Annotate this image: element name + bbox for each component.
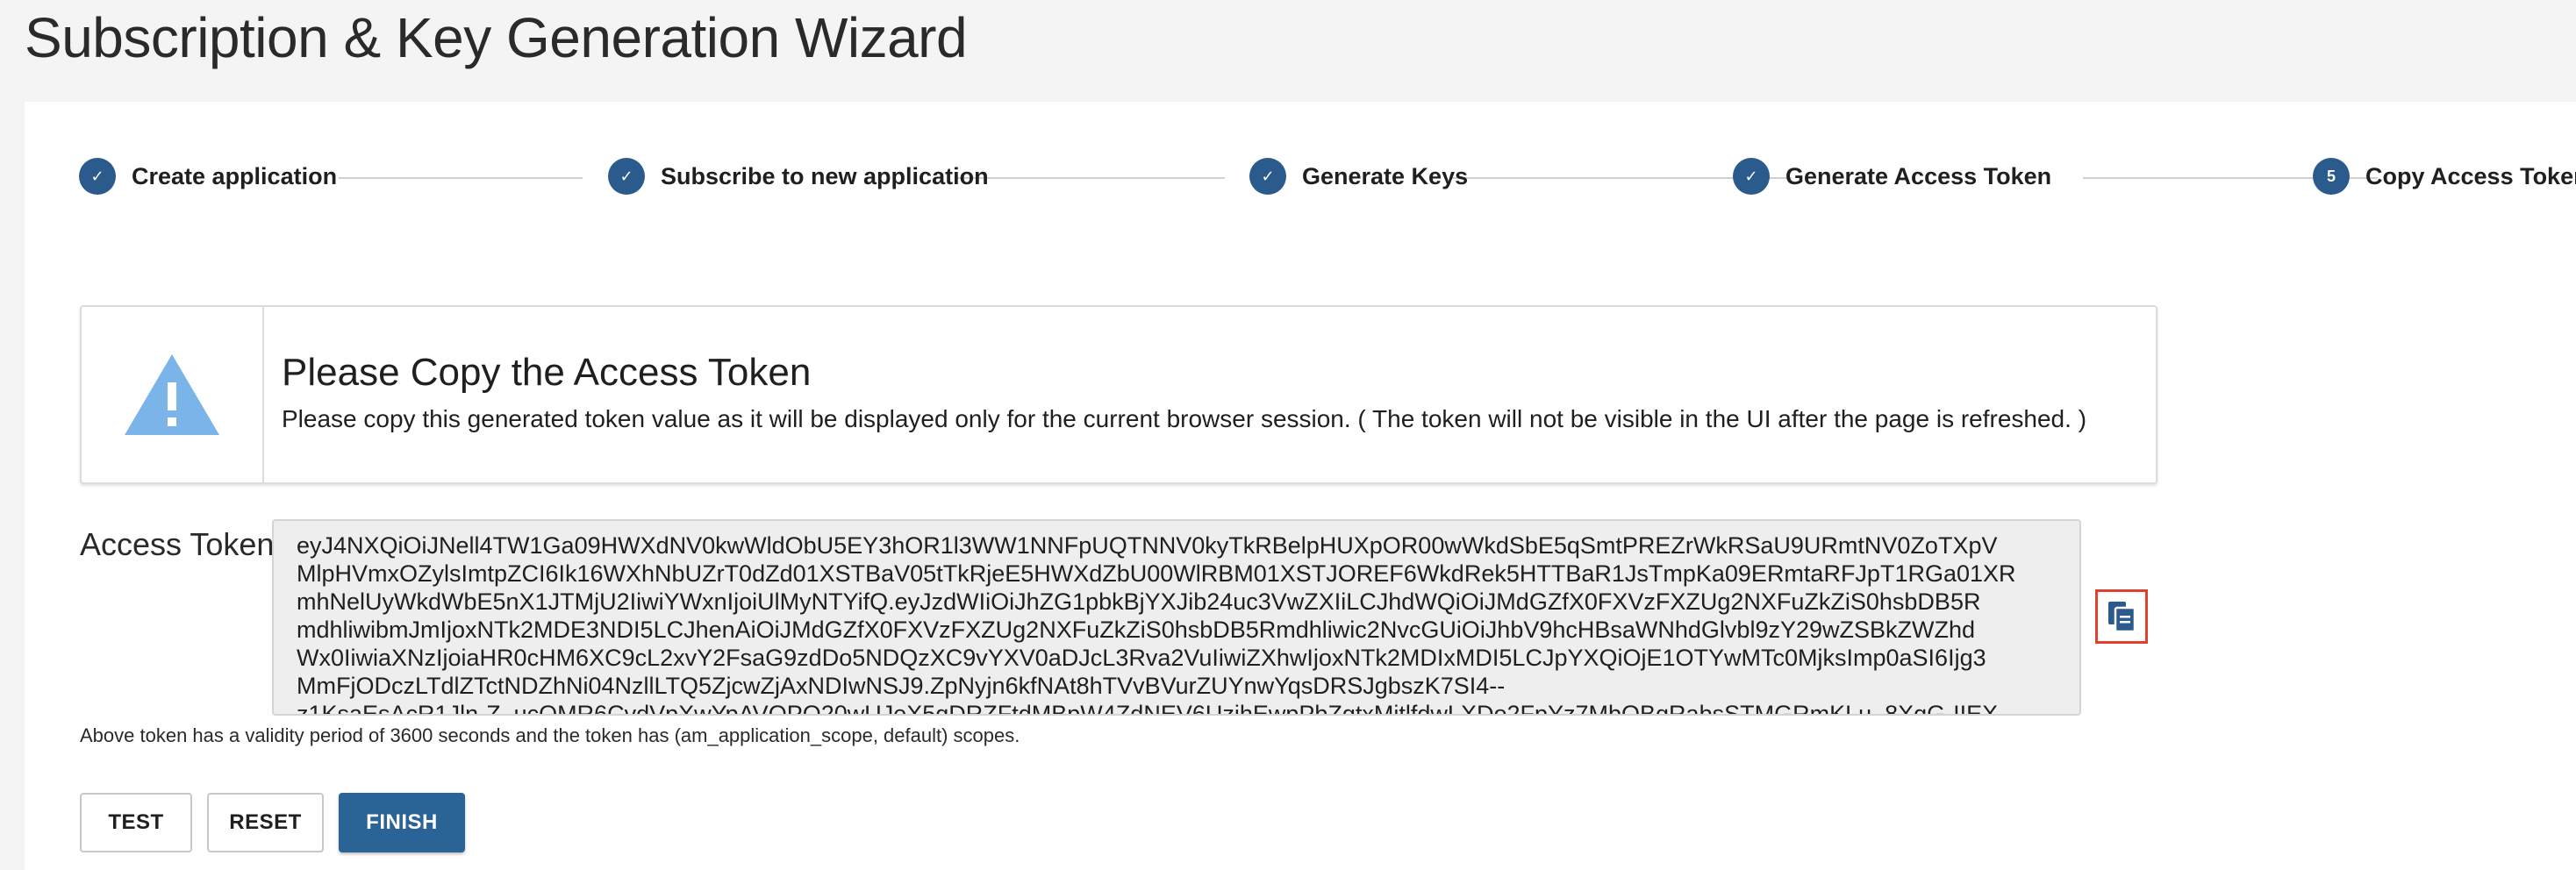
token-line: mdhliwibmJmIjoxNTk2MDE3NDI5LCJhenAiOiJMd… (297, 617, 1976, 643)
token-validity-note: Above token has a validity period of 360… (80, 724, 1020, 746)
step-connector (956, 177, 1225, 179)
step-generate-access-token[interactable]: ✓ Generate Access Token (1733, 158, 2051, 195)
alert-title: Please Copy the Access Token (282, 351, 812, 394)
token-line: MmFjODczLTdlZTctNDZhNi04NzllLTQ5ZjcwZjAx… (297, 673, 1506, 699)
step-label: Generate Keys (1302, 162, 1469, 189)
test-button[interactable]: TEST (80, 793, 192, 852)
page-title: Subscription & Key Generation Wizard (25, 6, 968, 69)
finish-button[interactable]: FINISH (339, 793, 465, 852)
step-create-application[interactable]: ✓ Create application (79, 158, 337, 195)
step-label: Copy Access Token (2365, 162, 2576, 189)
step-connector (339, 177, 583, 179)
step-number-badge: 5 (2313, 158, 2350, 195)
wizard-stepper: ✓ Create application ✓ Subscribe to new … (79, 158, 2576, 198)
token-line: Wx0IiwiaXNzIjoiaHR0cHM6XC9cL2xvY2FsaG9zd… (297, 645, 1986, 671)
wizard-panel (25, 102, 2576, 870)
check-icon: ✓ (79, 158, 116, 195)
reset-button[interactable]: RESET (207, 793, 324, 852)
access-token-field[interactable]: eyJ4NXQiOiJNell4TW1Ga09HWXdNV0kwWldObU5E… (272, 519, 2081, 716)
alert-icon-container (82, 307, 264, 482)
step-copy-access-token[interactable]: 5 Copy Access Token (2313, 158, 2576, 195)
step-subscribe-application[interactable]: ✓ Subscribe to new application (608, 158, 989, 195)
alert-message: Please copy this generated token value a… (282, 405, 2087, 432)
token-line: z1KsaEsAcR1Jln-Z_ucOMR6CvdVpXwYpAVOPO20w… (297, 701, 2007, 716)
copy-icon (2108, 602, 2136, 633)
warning-triangle-icon (125, 354, 219, 435)
token-line: mhNelUyWkdWbE5nX1JTMjU2IiwiYWxnIjoiUlMyN… (297, 588, 1981, 615)
check-icon: ✓ (608, 158, 645, 195)
check-icon: ✓ (1733, 158, 1770, 195)
copy-token-button[interactable] (2095, 589, 2148, 644)
step-label: Subscribe to new application (661, 162, 989, 189)
check-icon: ✓ (1249, 158, 1286, 195)
step-label: Generate Access Token (1785, 162, 2052, 189)
access-token-label: Access Token (80, 526, 275, 562)
step-label: Create application (132, 162, 338, 189)
step-generate-keys[interactable]: ✓ Generate Keys (1249, 158, 1468, 195)
token-line: eyJ4NXQiOiJNell4TW1Ga09HWXdNV0kwWldObU5E… (297, 532, 1998, 559)
token-line: MlpHVmxOZylsImtpZCI6Ik16WXhNbUZrT0dZd01X… (297, 560, 2016, 587)
copy-token-alert: Please Copy the Access Token Please copy… (80, 305, 2157, 484)
